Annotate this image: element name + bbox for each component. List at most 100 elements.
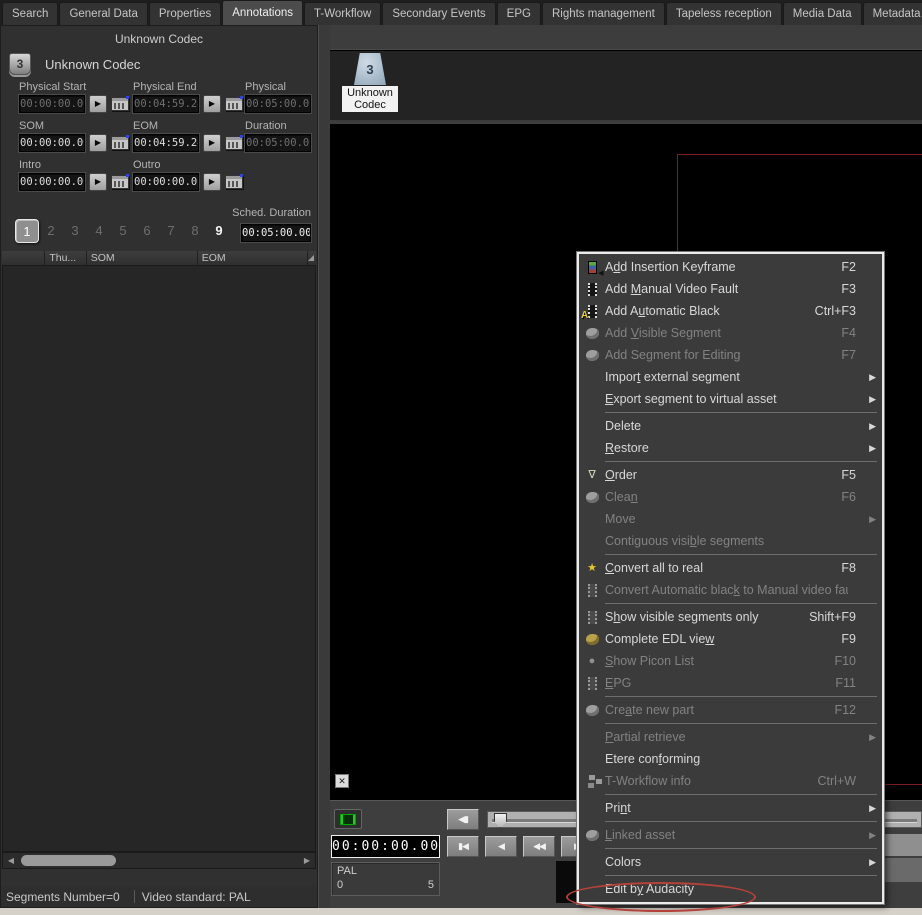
sched-duration-input[interactable] bbox=[241, 224, 311, 242]
menu-item-label: Edit by Audacity bbox=[605, 882, 848, 896]
codec-name: Unknown Codec bbox=[45, 57, 140, 72]
menu-item-complete-edl-view[interactable]: Complete EDL viewF9 bbox=[579, 628, 882, 650]
menu-item-show-visible-segments-only[interactable]: Show visible segments onlyShift+F9 bbox=[579, 606, 882, 628]
menu-item-convert-all-to-real[interactable]: ★Convert all to realF8 bbox=[579, 557, 882, 579]
segment-number-7[interactable]: 7 bbox=[159, 219, 183, 243]
eom-clapper-icon[interactable] bbox=[225, 136, 243, 150]
physical-end-input bbox=[133, 95, 199, 113]
menu-item-etere-conforming[interactable]: Etere conforming bbox=[579, 748, 882, 770]
menu-item-import-external-segment[interactable]: Import external segment▶ bbox=[579, 366, 882, 388]
tab-annotations[interactable]: Annotations bbox=[222, 0, 303, 25]
segment-number-8[interactable]: 8 bbox=[183, 219, 207, 243]
tab-epg[interactable]: EPG bbox=[497, 2, 541, 25]
column-header-blank[interactable] bbox=[2, 251, 45, 265]
menu-item-export-segment-to-virtual-asset[interactable]: Export segment to virtual asset▶ bbox=[579, 388, 882, 410]
codec-icon: 3 bbox=[9, 53, 31, 75]
video-standard-status: Video standard: PAL bbox=[142, 890, 251, 904]
panel-title: Unknown Codec bbox=[1, 26, 317, 46]
intro-goto-button[interactable]: ▶ bbox=[89, 173, 107, 191]
slider-thumb[interactable] bbox=[494, 813, 507, 828]
eom-goto-button[interactable]: ▶ bbox=[203, 134, 221, 152]
field-physical-end: Physical End▶ bbox=[133, 81, 245, 113]
picon-list-icon: ● bbox=[589, 656, 596, 667]
som-play-icon: ▶ bbox=[95, 139, 101, 147]
menu-item-shortcut: F9 bbox=[841, 632, 856, 646]
menu-item-order[interactable]: ∇OrderF5 bbox=[579, 464, 882, 486]
outro-clapper-icon[interactable] bbox=[225, 175, 243, 189]
outro-input[interactable] bbox=[133, 173, 199, 191]
physical-duration-input bbox=[245, 95, 311, 113]
horizontal-scrollbar[interactable]: ◀ ▶ bbox=[2, 852, 316, 869]
transport-overflow-bar1 bbox=[882, 834, 922, 856]
outro-goto-button[interactable]: ▶ bbox=[203, 173, 221, 191]
counter-right: 5 bbox=[428, 879, 434, 891]
som-clapper-icon[interactable] bbox=[111, 136, 129, 150]
menu-item-edit-by-audacity[interactable]: Edit by Audacity bbox=[579, 878, 882, 900]
menu-item-add-insertion-keyframe[interactable]: Add Insertion KeyframeF2 bbox=[579, 256, 882, 278]
segment-number-5[interactable]: 5 bbox=[111, 219, 135, 243]
menu-item-label: Order bbox=[605, 468, 833, 482]
column-header-thu[interactable]: Thu... bbox=[45, 251, 86, 265]
menu-item-clean: CleanF6 bbox=[579, 486, 882, 508]
tab-general-data[interactable]: General Data bbox=[59, 2, 147, 25]
segment-number-3[interactable]: 3 bbox=[63, 219, 87, 243]
physical-end-goto-button[interactable]: ▶ bbox=[203, 95, 221, 113]
som-goto-button[interactable]: ▶ bbox=[89, 134, 107, 152]
menu-item-restore[interactable]: Restore▶ bbox=[579, 437, 882, 459]
tab-metadata[interactable]: Metadata bbox=[863, 2, 922, 25]
fit-to-window-icon[interactable]: ✕ bbox=[335, 774, 349, 788]
menu-separator bbox=[605, 461, 877, 462]
physical-start-clapper-icon[interactable] bbox=[111, 97, 129, 111]
codec-thumbnail-icon: 3 bbox=[354, 53, 386, 85]
segment-number-6[interactable]: 6 bbox=[135, 219, 159, 243]
menu-item-epg: EPGF11 bbox=[579, 672, 882, 694]
video-standard-box: PAL 0 5 bbox=[331, 862, 440, 896]
tab-search[interactable]: Search bbox=[2, 2, 58, 25]
menu-item-shortcut: F12 bbox=[834, 703, 856, 717]
segment-number-4[interactable]: 4 bbox=[87, 219, 111, 243]
intro-clapper-icon[interactable] bbox=[111, 175, 129, 189]
scrollbar-thumb[interactable] bbox=[21, 855, 116, 866]
tab-secondary-events[interactable]: Secondary Events bbox=[382, 2, 495, 25]
tab-rights-management[interactable]: Rights management bbox=[542, 2, 665, 25]
film-mode-button[interactable] bbox=[334, 809, 362, 829]
codec-thumbnail[interactable]: 3 Unknown Codec bbox=[342, 53, 398, 112]
segments-table-body[interactable] bbox=[2, 266, 316, 852]
menu-item-contiguous-visible-segments: Contiguous visible segments bbox=[579, 530, 882, 552]
scrollbar-track[interactable] bbox=[19, 853, 299, 868]
previous-frame-button[interactable]: ◀ bbox=[485, 836, 517, 857]
tab-media-data[interactable]: Media Data bbox=[783, 2, 862, 25]
menu-item-colors[interactable]: Colors▶ bbox=[579, 851, 882, 873]
segment-number-9[interactable]: 9 bbox=[207, 219, 231, 243]
preview-top-strip bbox=[330, 25, 922, 50]
segment-number-1[interactable]: 1 bbox=[15, 219, 39, 243]
tab-properties[interactable]: Properties bbox=[149, 2, 221, 25]
menu-item-linked-asset: Linked asset▶ bbox=[579, 824, 882, 846]
outro-label: Outro bbox=[133, 159, 245, 173]
menu-item-delete[interactable]: Delete▶ bbox=[579, 415, 882, 437]
panel-splitter[interactable] bbox=[318, 25, 330, 908]
epg-icon bbox=[588, 677, 597, 690]
menu-item-label: Add Automatic Black bbox=[605, 304, 807, 318]
physical-start-goto-button[interactable]: ▶ bbox=[89, 95, 107, 113]
column-header-eom[interactable]: EOM bbox=[198, 251, 308, 265]
som-input[interactable] bbox=[19, 134, 85, 152]
column-header-som[interactable]: SOM bbox=[87, 251, 198, 265]
physical-end-clapper-icon[interactable] bbox=[225, 97, 243, 111]
menu-item-add-manual-video-fault[interactable]: Add Manual Video FaultF3 bbox=[579, 278, 882, 300]
scroll-left-icon[interactable]: ◀ bbox=[3, 856, 19, 865]
menu-item-print[interactable]: Print▶ bbox=[579, 797, 882, 819]
convert-real-icon: ★ bbox=[579, 563, 605, 574]
tab-tapeless-reception[interactable]: Tapeless reception bbox=[666, 2, 782, 25]
menu-item-shortcut: F7 bbox=[841, 348, 856, 362]
eom-input[interactable] bbox=[133, 134, 199, 152]
segment-number-2[interactable]: 2 bbox=[39, 219, 63, 243]
intro-row: ▶ bbox=[19, 173, 133, 191]
intro-input[interactable] bbox=[19, 173, 85, 191]
step-reverse-button[interactable]: ◀▮ bbox=[447, 809, 479, 830]
menu-item-add-automatic-black[interactable]: AAdd Automatic BlackCtrl+F3 bbox=[579, 300, 882, 322]
scroll-right-icon[interactable]: ▶ bbox=[299, 856, 315, 865]
go-to-start-button[interactable]: ▮◀ bbox=[447, 836, 479, 857]
rewind-button[interactable]: ◀◀ bbox=[523, 836, 555, 857]
tab-t-workflow[interactable]: T-Workflow bbox=[304, 2, 381, 25]
